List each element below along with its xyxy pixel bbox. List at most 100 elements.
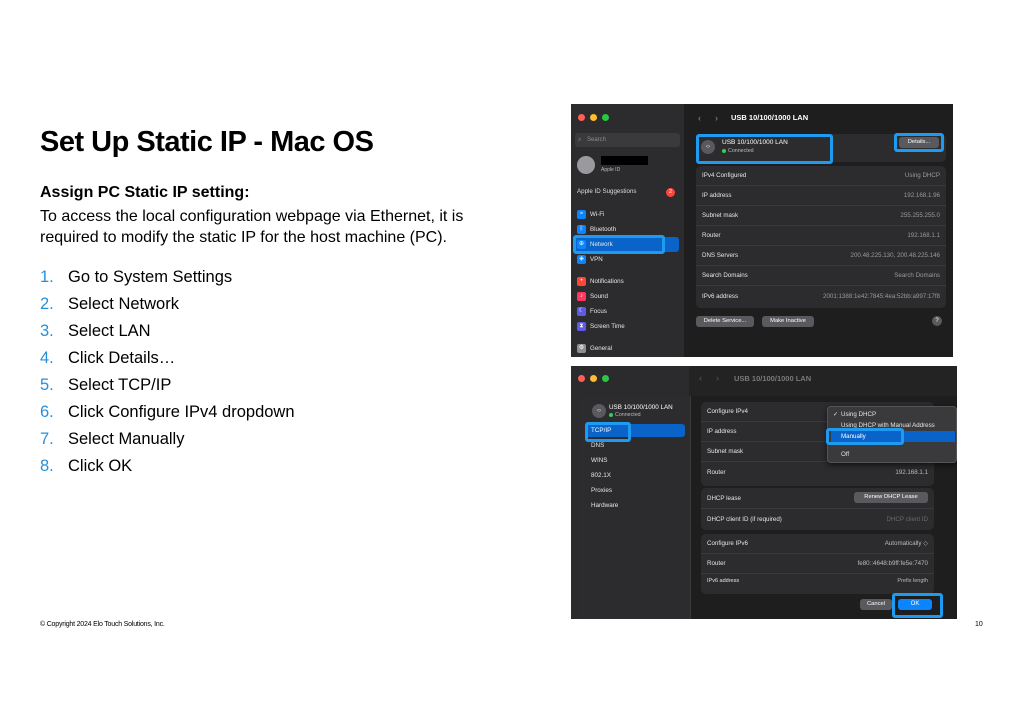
- minimize-window-icon[interactable]: [590, 375, 597, 382]
- ok-callout-highlight: [892, 593, 943, 618]
- sidebar-item-screen-time[interactable]: ⧗ Screen Time: [577, 320, 625, 332]
- close-window-icon[interactable]: [578, 375, 585, 382]
- sidebar-item-sound[interactable]: ♪ Sound: [577, 290, 608, 302]
- moon-icon: ☾: [577, 306, 586, 316]
- help-icon[interactable]: ?: [932, 316, 942, 326]
- row-label: Router: [707, 468, 726, 476]
- window-controls: [578, 375, 609, 382]
- step-item: 7. Select Manually: [40, 426, 295, 453]
- step-number: 2.: [40, 295, 54, 313]
- zoom-window-icon[interactable]: [602, 114, 609, 121]
- step-text: Select Network: [68, 295, 179, 313]
- step-item: 1. Go to System Settings: [40, 264, 295, 291]
- row-value: 255.255.255.0: [900, 212, 940, 219]
- info-row: IPv6 address 2001:1388:1e42:7845:4ea:52bb…: [696, 286, 946, 306]
- step-number: 4.: [40, 349, 54, 367]
- tcpip-settings-screenshot: ‹ › USB 10/100/1000 LAN ‹› USB 10/100/10…: [571, 366, 957, 619]
- sidebar-item-general[interactable]: ⚙ General: [577, 342, 612, 354]
- row-label: DNS Servers: [702, 252, 739, 259]
- bell-icon: •: [577, 276, 586, 286]
- step-text: Click OK: [68, 457, 133, 475]
- step-item: 2. Select Network: [40, 291, 295, 318]
- step-text: Click Details…: [68, 349, 176, 367]
- steps-list: 1. Go to System Settings 2. Select Network…: [40, 264, 295, 480]
- delete-service-button[interactable]: Delete Service...: [696, 316, 754, 327]
- row-label: IPv6 address: [702, 292, 739, 300]
- row-label: IPv6 address: [707, 578, 740, 584]
- row-label: Configure IPv6: [707, 540, 748, 547]
- option-label: Using DHCP: [841, 411, 877, 418]
- gear-icon: ⚙: [577, 343, 586, 353]
- speaker-icon: ♪: [577, 291, 586, 301]
- step-text: Select LAN: [68, 322, 151, 340]
- step-text: Go to System Settings: [68, 268, 233, 286]
- row-value: 192.168.1.1: [907, 232, 940, 239]
- ipv6-card: Configure IPv6 Automatically ◇ Router fe80…: [701, 534, 934, 594]
- tab-hardware[interactable]: Hardware: [591, 502, 618, 509]
- background-title: USB 10/100/1000 LAN: [734, 374, 812, 383]
- apple-id-suggestions[interactable]: Apple ID Suggestions: [577, 188, 637, 195]
- forward-chevron-icon[interactable]: ›: [715, 113, 718, 123]
- minimize-window-icon[interactable]: [590, 114, 597, 121]
- network-detail-pane: ‹ › USB 10/100/1000 LAN ‹› USB 10/100/10…: [684, 104, 953, 357]
- row-label: IP address: [707, 428, 737, 435]
- avatar[interactable]: [577, 156, 595, 174]
- row-label: Search Domains: [702, 272, 748, 279]
- step-text: Click Configure IPv4 dropdown: [68, 403, 295, 421]
- bluetooth-icon: ᛒ: [577, 224, 586, 234]
- sidebar-item-bluetooth[interactable]: ᛒ Bluetooth: [577, 223, 616, 235]
- row-label: DHCP lease: [707, 494, 741, 502]
- tab-proxies[interactable]: Proxies: [591, 487, 612, 494]
- sidebar-item-label: Focus: [590, 307, 607, 315]
- make-inactive-button[interactable]: Make Inactive: [762, 316, 814, 327]
- tab-wins[interactable]: WINS: [591, 457, 607, 464]
- ethernet-icon: ‹›: [592, 404, 606, 418]
- info-row: DNS Servers 200.48.225.130, 200.48.225.14…: [696, 246, 946, 266]
- step-number: 7.: [40, 430, 54, 448]
- row-value: Using DHCP: [904, 172, 940, 179]
- sidebar-item-vpn[interactable]: ◈ VPN: [577, 253, 603, 265]
- step-item: 6. Click Configure IPv4 dropdown: [40, 399, 295, 426]
- step-text: Select TCP/IP: [68, 376, 172, 394]
- step-item: 3. Select LAN: [40, 318, 295, 345]
- sidebar-item-label: Bluetooth: [590, 225, 617, 233]
- status-text: Connected: [615, 412, 641, 418]
- interface-status: Connected: [609, 412, 641, 418]
- ipv6-dropdown[interactable]: Automatically ◇: [885, 540, 928, 547]
- row-label: Router: [707, 560, 726, 567]
- dropdown-option-off[interactable]: Off: [831, 449, 955, 460]
- search-input[interactable]: ⌕ Search: [575, 133, 680, 147]
- close-window-icon[interactable]: [578, 114, 585, 121]
- search-icon: ⌕: [578, 137, 582, 143]
- pane-title: USB 10/100/1000 LAN: [731, 113, 809, 122]
- dropdown-option-using-dhcp[interactable]: ✓ Using DHCP: [831, 409, 955, 420]
- step-number: 6.: [40, 403, 54, 421]
- info-row: IP address 192.168.1.96: [696, 186, 946, 206]
- sidebar-item-notifications[interactable]: • Notifications: [577, 275, 624, 287]
- lan-callout-highlight: [696, 134, 833, 164]
- checkmark-icon: ✓: [833, 411, 839, 418]
- back-chevron-icon[interactable]: ‹: [698, 113, 701, 123]
- sidebar-item-wifi[interactable]: ≈ Wi-Fi: [577, 208, 604, 220]
- client-id-input[interactable]: DHCP client ID: [887, 516, 929, 523]
- router-v6-row: Router fe80::4648:b9ff:fe5e:7470: [701, 554, 934, 574]
- interface-name: USB 10/100/1000 LAN: [609, 404, 673, 411]
- step-number: 3.: [40, 322, 54, 340]
- row-label: Subnet mask: [707, 448, 744, 455]
- row-label: Router: [702, 232, 721, 239]
- row-label: DHCP client ID (if required): [707, 516, 782, 523]
- cancel-button[interactable]: Cancel: [860, 599, 892, 610]
- tab-8021x[interactable]: 802.1X: [591, 472, 611, 479]
- step-number: 5.: [40, 376, 54, 394]
- dhcp-client-id-row: DHCP client ID (if required) DHCP client …: [701, 509, 934, 530]
- tab-dns[interactable]: DNS: [591, 442, 604, 449]
- zoom-window-icon[interactable]: [602, 375, 609, 382]
- sidebar-item-focus[interactable]: ☾ Focus: [577, 305, 607, 317]
- row-value: Search Domains: [894, 272, 940, 279]
- sidebar-item-label: General: [590, 344, 613, 352]
- renew-dhcp-button[interactable]: Renew DHCP Lease: [854, 492, 928, 503]
- redacted-name: [601, 156, 648, 165]
- details-callout-highlight: [894, 133, 944, 152]
- configure-ipv6-row[interactable]: Configure IPv6 Automatically ◇: [701, 534, 934, 554]
- forward-chevron-icon: ›: [716, 373, 719, 383]
